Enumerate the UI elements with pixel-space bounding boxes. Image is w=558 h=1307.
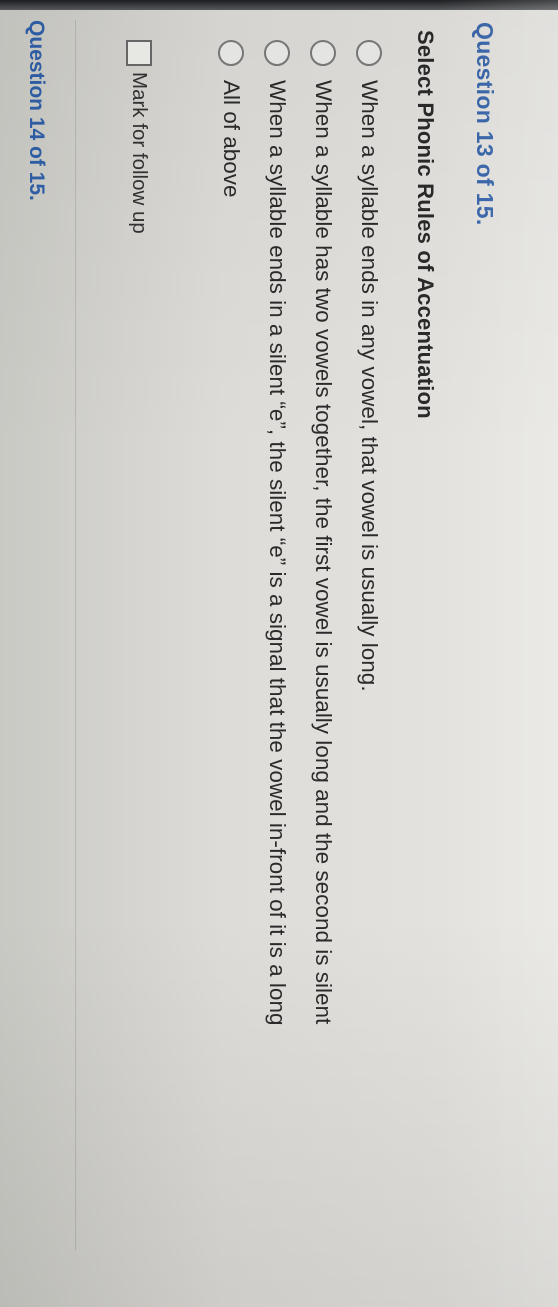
answer-label: When a syllable has two vowels together,… (311, 80, 336, 1025)
answer-label: When a syllable ends in any vowel, that … (357, 80, 382, 692)
answer-option-3[interactable]: When a syllable ends in a silent “e”, th… (254, 40, 300, 1025)
radio-button[interactable] (310, 40, 336, 66)
radio-button[interactable] (218, 40, 244, 66)
answer-label: All of above (219, 80, 244, 198)
radio-button[interactable] (356, 40, 382, 66)
question-title: Question 13 of 15. (472, 22, 498, 226)
quiz-page: Question 13 of 15. Select Phonic Rules o… (0, 0, 558, 1307)
mark-for-follow-up[interactable]: Mark for follow up (126, 40, 152, 234)
question-prompt: Select Phonic Rules of Accentuation (413, 30, 438, 419)
next-question-title: Question 14 of 15. (25, 20, 48, 201)
screen: Question 13 of 15. Select Phonic Rules o… (0, 0, 558, 1307)
divider (75, 20, 76, 1250)
answer-label: When a syllable ends in a silent “e”, th… (265, 80, 290, 1026)
answer-options: When a syllable ends in any vowel, that … (208, 40, 392, 1025)
answer-option-4[interactable]: All of above (208, 40, 254, 1025)
answer-option-2[interactable]: When a syllable has two vowels together,… (300, 40, 346, 1025)
follow-up-checkbox[interactable] (126, 40, 152, 66)
radio-button[interactable] (264, 40, 290, 66)
follow-up-label: Mark for follow up (128, 72, 151, 234)
answer-option-1[interactable]: When a syllable ends in any vowel, that … (346, 40, 392, 1025)
